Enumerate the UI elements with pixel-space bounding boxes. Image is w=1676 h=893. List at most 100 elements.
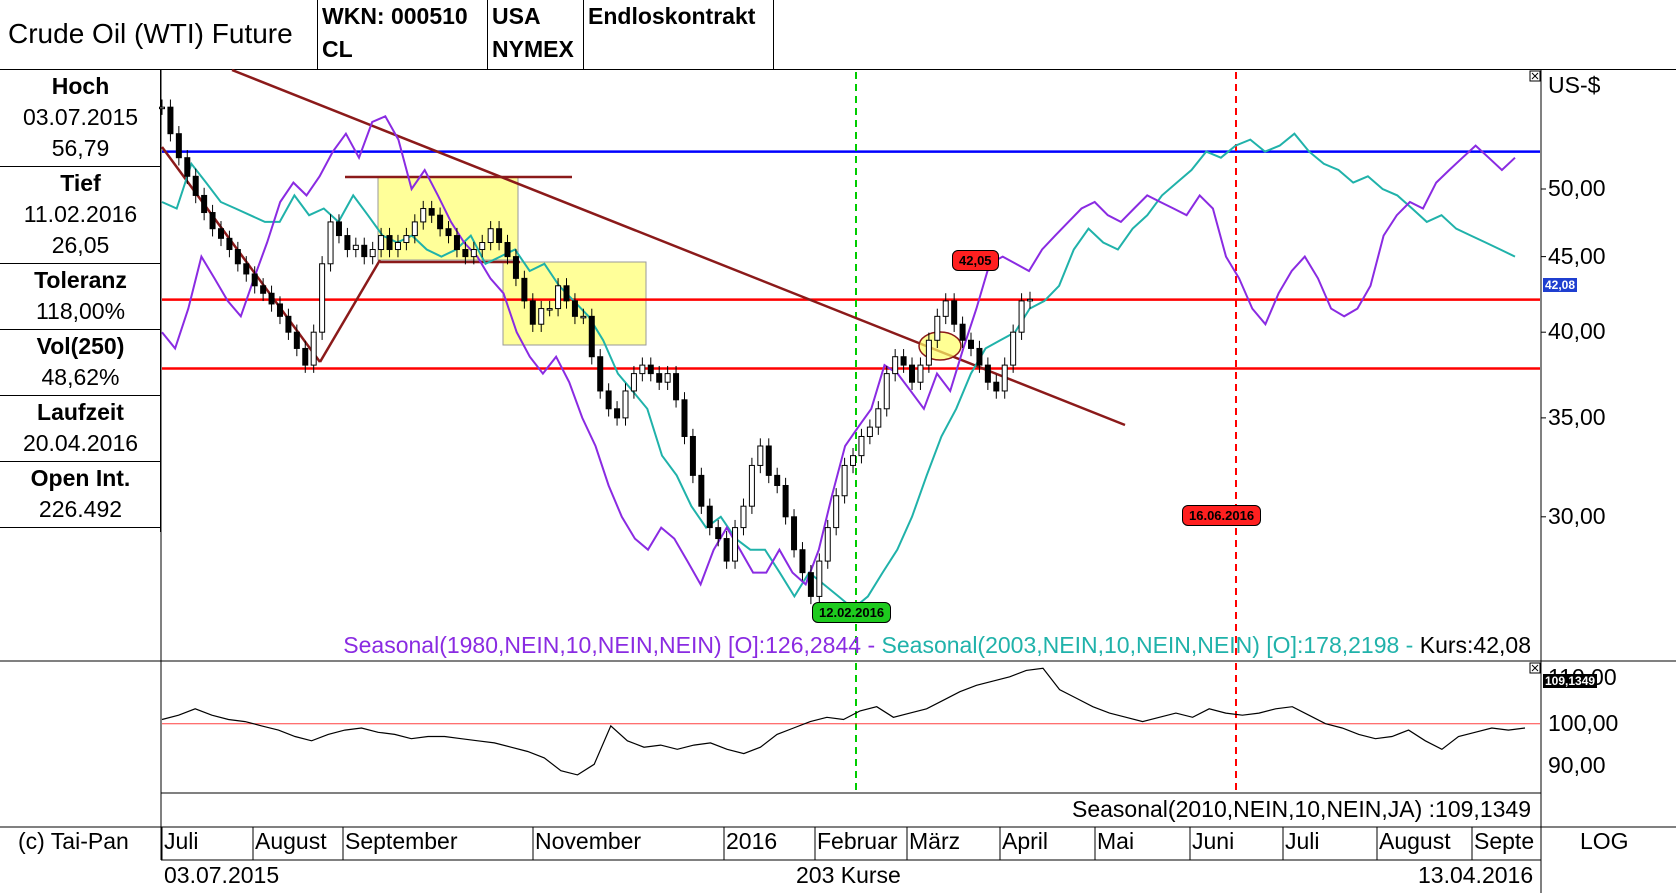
close-icon[interactable]: [1529, 70, 1541, 82]
end-date: 13.04.2016: [1418, 862, 1534, 888]
y-tick-label: 40,00: [1548, 318, 1606, 345]
price-candle: [673, 373, 680, 401]
peak-value-tag: 42,05: [952, 250, 999, 271]
seasonal-2003-line: [161, 132, 1516, 610]
price-candle: [512, 256, 519, 279]
indicator-line: [161, 667, 1526, 776]
price-candle: [883, 373, 890, 410]
price-candle: [445, 228, 452, 237]
price-candle: [285, 315, 292, 333]
price-candle: [411, 221, 418, 237]
price-candle: [799, 549, 806, 574]
series-legend: Seasonal(1980,NEIN,10,NEIN,NEIN) [O]:126…: [343, 632, 1531, 659]
price-candle: [740, 505, 747, 529]
month-label: September: [345, 828, 458, 854]
price-candle: [1010, 331, 1017, 366]
close-icon[interactable]: [1529, 662, 1541, 674]
price-candle: [723, 538, 730, 562]
price-candle: [597, 356, 604, 392]
price-candle: [479, 242, 486, 251]
price-candle: [841, 464, 848, 497]
price-candle: [386, 235, 393, 251]
price-candle: [504, 242, 511, 258]
price-candle: [403, 235, 410, 244]
legend-seasonal-1980: Seasonal(1980,NEIN,10,NEIN,NEIN) [O]:126…: [343, 632, 862, 658]
price-candle: [546, 308, 553, 311]
price-candle: [850, 455, 857, 466]
indicator-y-tick-label: 90,00: [1548, 752, 1606, 779]
current-price-badge: 42,08: [1543, 278, 1578, 292]
price-candle: [268, 292, 275, 305]
price-candle: [791, 516, 798, 551]
price-candle: [563, 285, 570, 302]
price-candle: [496, 228, 503, 244]
price-candle: [226, 237, 233, 251]
low-date-tag: 12.02.2016: [812, 602, 892, 623]
price-candle: [369, 249, 376, 258]
price-candle: [757, 445, 764, 466]
price-candle: [866, 426, 873, 437]
price-candle: [571, 300, 578, 317]
legend-kurs: Kurs:42,08: [1419, 632, 1531, 658]
price-candle: [462, 249, 469, 258]
price-candle: [217, 228, 224, 239]
price-candle: [184, 157, 191, 177]
price-candle: [327, 221, 334, 265]
price-candle: [335, 221, 342, 237]
y-tick-label: 45,00: [1548, 242, 1606, 269]
price-candle: [630, 373, 637, 392]
price-candle: [394, 242, 401, 251]
month-label: August: [1379, 828, 1451, 854]
month-label: Mai: [1097, 828, 1135, 854]
price-candle: [167, 106, 174, 135]
price-candle: [614, 408, 621, 419]
price-candle: [858, 435, 865, 457]
price-candle: [984, 364, 991, 383]
price-candle: [243, 263, 250, 275]
price-candle: [900, 356, 907, 366]
price-candle: [529, 300, 536, 325]
month-label: Septe: [1474, 828, 1535, 854]
price-candle: [715, 527, 722, 540]
price-candle: [968, 339, 975, 349]
price-candle: [925, 339, 932, 366]
price-candle: [437, 214, 444, 230]
price-candle: [976, 347, 983, 366]
price-candle: [555, 285, 562, 310]
price-candle: [192, 175, 199, 196]
month-label: November: [535, 828, 642, 854]
month-label: Juni: [1192, 828, 1235, 854]
price-candle: [706, 505, 713, 529]
price-candle: [917, 364, 924, 383]
price-candle: [951, 300, 958, 325]
price-candle: [622, 390, 629, 419]
price-candle: [833, 495, 840, 529]
price-candle: [276, 303, 283, 317]
month-label: 2016: [726, 828, 778, 854]
price-candle: [251, 273, 258, 287]
month-label: Juli: [164, 828, 199, 854]
price-candle: [993, 381, 1000, 392]
price-candle: [639, 364, 646, 375]
legend-separator: -: [1399, 632, 1420, 658]
quote-count: 203 Kurse: [796, 862, 901, 888]
month-label: Februar: [817, 828, 898, 854]
price-candle: [487, 228, 494, 244]
y-tick-label: 35,00: [1548, 403, 1606, 430]
indicator-badge: 109,1349: [1543, 674, 1598, 688]
indicator-y-tick-label: 100,00: [1548, 709, 1619, 736]
copyright-label: (c) Tai-Pan: [18, 828, 129, 854]
price-candle: [209, 212, 216, 230]
price-candle: [378, 235, 385, 251]
price-candle: [319, 263, 326, 333]
price-candle: [175, 133, 182, 159]
scale-toggle[interactable]: LOG: [1580, 828, 1629, 855]
price-candle: [909, 364, 916, 383]
expiry-date-tag: 16.06.2016: [1182, 505, 1262, 526]
price-candle: [774, 474, 781, 486]
price-candle: [420, 208, 427, 223]
price-candle: [1018, 300, 1025, 333]
price-candle: [580, 315, 587, 319]
price-candle: [234, 249, 241, 265]
price-candle: [310, 331, 317, 366]
